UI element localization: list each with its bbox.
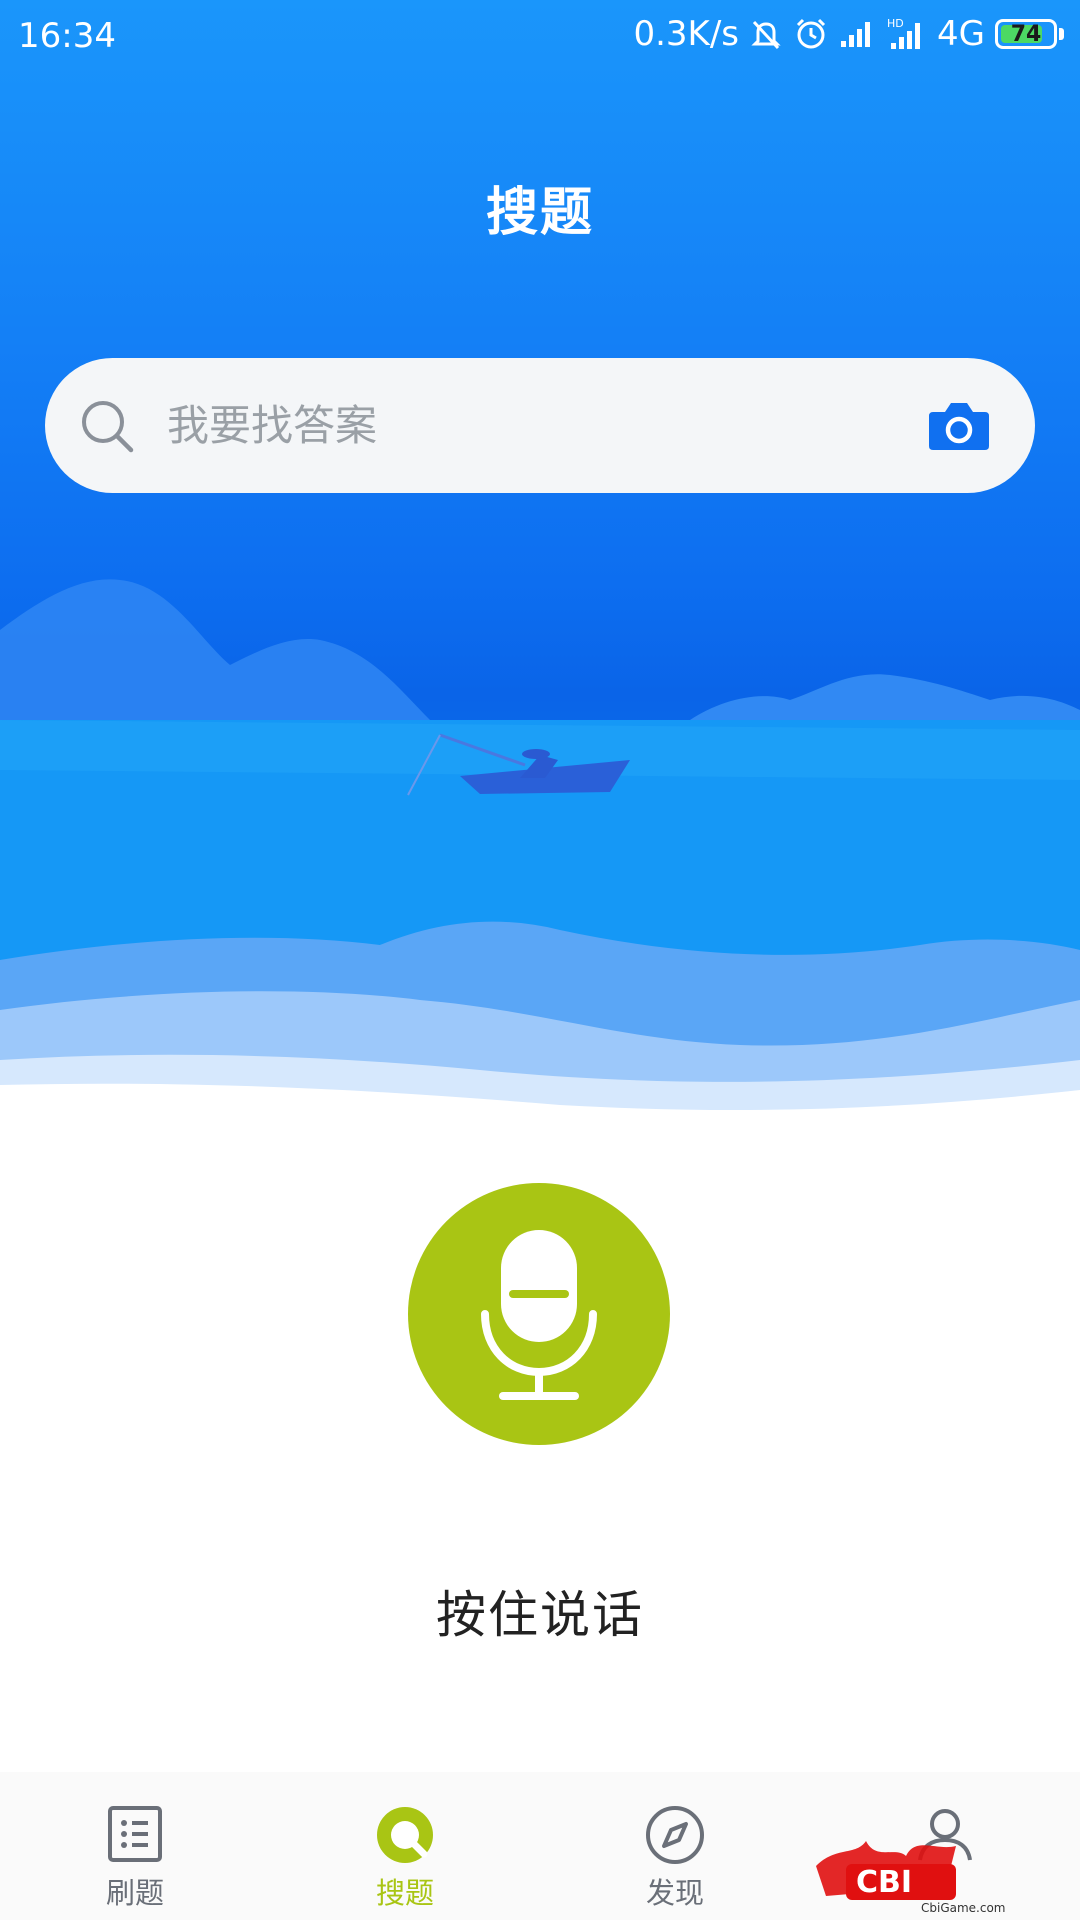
nav-tab-discover[interactable]: 发现 [540, 1772, 810, 1920]
cbigame-watermark-logo: CBI CbiGame.com [816, 1841, 1006, 1915]
watermark-site: CbiGame.com [921, 1901, 1006, 1915]
signal-icon [841, 22, 871, 47]
search-icon [82, 400, 134, 452]
status-bar: 16:34 0.3K/s HD 4G 74 [0, 0, 1080, 76]
list-document-icon [108, 1806, 162, 1862]
svg-text:HD: HD [887, 17, 904, 30]
voice-input-button[interactable] [408, 1183, 670, 1445]
status-time: 16:34 [18, 16, 116, 56]
page-title: 搜题 [485, 183, 594, 243]
mute-bell-icon [751, 20, 781, 50]
hero-banner: 16:34 0.3K/s HD 4G 74 搜题 我要找答案 [0, 0, 1080, 1120]
search-tab-icon [377, 1807, 433, 1863]
status-icons: 0.3K/s HD 4G 74 [633, 14, 1064, 54]
hd-signal-icon: HD [887, 17, 921, 49]
nav-tab-search[interactable]: 搜题 [270, 1772, 540, 1920]
battery-icon: 74 [995, 19, 1057, 49]
nav-label-search: 搜题 [375, 1876, 434, 1910]
lake-scenery-illustration [0, 579, 1080, 1120]
watermark-brand: CBI [856, 1865, 912, 1900]
nav-label-practice: 刷题 [105, 1876, 164, 1910]
network-type: 4G [937, 14, 985, 54]
search-input[interactable] [165, 400, 927, 451]
network-speed: 0.3K/s [633, 14, 740, 54]
alarm-clock-icon [796, 18, 826, 49]
microphone-icon [481, 1230, 597, 1400]
compass-icon [646, 1806, 704, 1864]
search-bar[interactable] [45, 358, 1035, 493]
nav-label-discover: 发现 [645, 1876, 704, 1910]
camera-icon[interactable] [927, 400, 991, 452]
hold-to-speak-label: 按住说话 [436, 1586, 644, 1644]
nav-tab-practice[interactable]: 刷题 [0, 1772, 270, 1920]
battery-level: 74 [1010, 21, 1042, 47]
